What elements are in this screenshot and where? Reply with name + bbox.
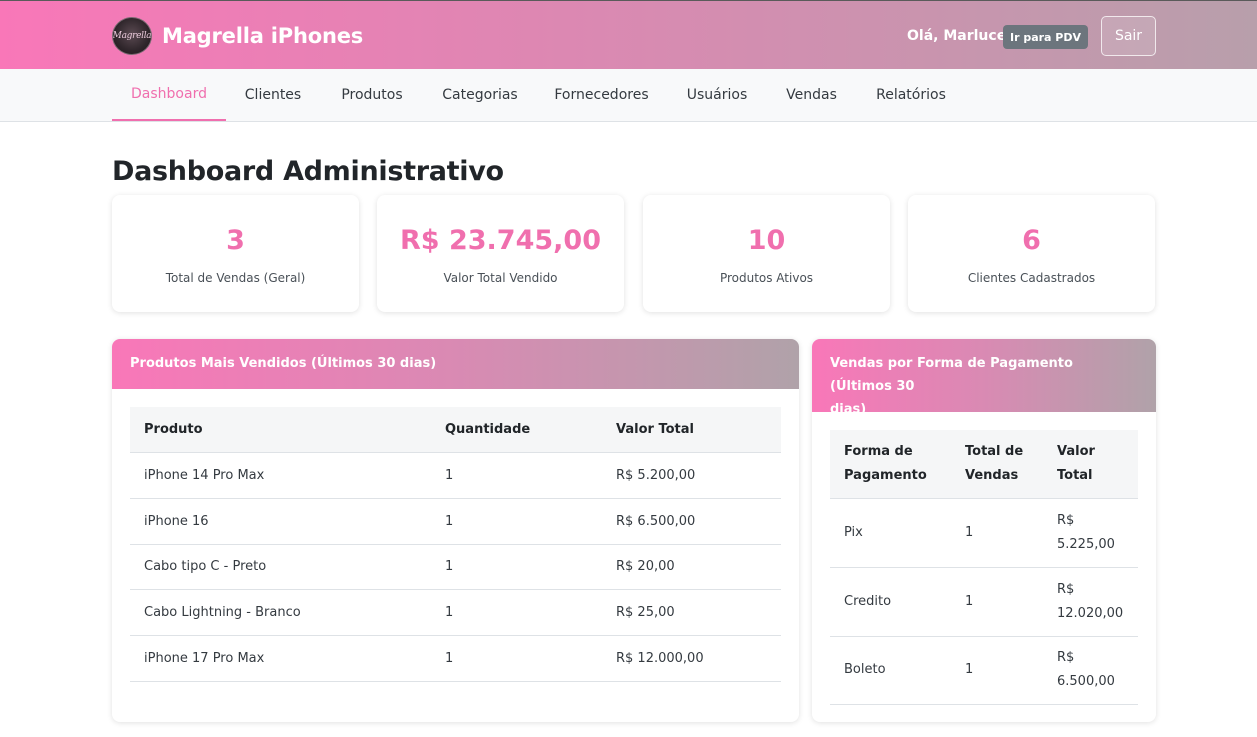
nav-tab-categorias[interactable]: Categorias: [424, 69, 536, 121]
brand-logo: Magrella: [112, 17, 152, 55]
value-line: 6.500,00: [1057, 674, 1115, 689]
column-header[interactable]: Valor Total: [602, 407, 781, 453]
product-name: Cabo tipo C - Preto: [130, 544, 431, 590]
product-qty: 1: [431, 589, 602, 636]
payment-count: 1: [951, 567, 1043, 637]
payment-value: R$ 5.225,00: [1043, 498, 1138, 568]
product-total: R$ 6.500,00: [602, 498, 781, 545]
table-row: Cabo tipo C - Preto 1 R$ 20,00: [130, 544, 781, 590]
panel-title: Produtos Mais Vendidos (Últimos 30 dias): [112, 339, 799, 389]
column-header-line: Vendas: [965, 467, 1019, 483]
value-line: R$: [1057, 512, 1075, 528]
payment-value: R$ 12.020,00: [1043, 567, 1138, 637]
payment-method: Pix: [830, 498, 951, 568]
value-line: 5.225,00: [1057, 536, 1115, 552]
user-greeting: Olá, Marluce: [907, 28, 1007, 44]
stat-value: 6: [1022, 225, 1041, 256]
table-row: iPhone 14 Pro Max 1 R$ 5.200,00: [130, 452, 781, 499]
stat-label: Valor Total Vendido: [443, 271, 558, 285]
stat-value: 10: [747, 225, 786, 256]
product-name: iPhone 14 Pro Max: [130, 452, 431, 499]
product-total: R$ 12.000,00: [602, 635, 781, 682]
nav-tab-vendas[interactable]: Vendas: [767, 69, 856, 121]
column-header[interactable]: Quantidade: [431, 407, 602, 453]
column-header[interactable]: Total de Vendas: [951, 430, 1043, 499]
nav-tab-produtos[interactable]: Produtos: [320, 69, 424, 121]
column-header-line: Total de: [965, 443, 1024, 459]
column-header[interactable]: Valor Total: [1043, 430, 1138, 499]
table-row: Credito 1 R$ 12.020,00: [830, 567, 1138, 637]
nav-tab-fornecedores[interactable]: Fornecedores: [536, 69, 667, 121]
nav-tab-clientes[interactable]: Clientes: [226, 69, 320, 121]
stat-card-customers: 6 Clientes Cadastrados: [908, 195, 1155, 312]
product-total: R$ 25,00: [602, 589, 781, 636]
payment-methods-table: Forma de Pagamento Total de Vendas Valor…: [830, 430, 1138, 705]
product-total: R$ 5.200,00: [602, 452, 781, 499]
payment-count: 1: [951, 498, 1043, 568]
column-header-line: Pagamento: [844, 467, 927, 483]
top-products-table: Produto Quantidade Valor Total iPhone 14…: [130, 407, 781, 682]
stat-card-total-value: R$ 23.745,00 Valor Total Vendido: [377, 195, 624, 312]
product-qty: 1: [431, 635, 602, 682]
panel-title-line: Vendas por Forma de Pagamento (Últimos 3…: [830, 356, 1073, 394]
stat-label: Total de Vendas (Geral): [165, 271, 306, 285]
page-title: Dashboard Administrativo: [112, 156, 504, 187]
nav-tab-usuarios[interactable]: Usuários: [667, 69, 767, 121]
column-header-line: Forma de: [844, 443, 913, 459]
table-row: Cabo Lightning - Branco 1 R$ 25,00: [130, 589, 781, 636]
logout-button[interactable]: Sair: [1101, 16, 1156, 56]
table-row: Boleto 1 R$ 6.500,00: [830, 636, 1138, 705]
product-name: iPhone 17 Pro Max: [130, 635, 431, 682]
column-header-line: Total: [1057, 467, 1093, 483]
stat-label: Clientes Cadastrados: [967, 271, 1096, 285]
column-header[interactable]: Produto: [130, 407, 431, 453]
stat-label: Produtos Ativos: [719, 271, 814, 285]
product-name: iPhone 16: [130, 498, 431, 545]
product-qty: 1: [431, 452, 602, 499]
top-products-panel: Produtos Mais Vendidos (Últimos 30 dias)…: [112, 339, 799, 722]
brand-name: Magrella iPhones: [162, 24, 364, 48]
payment-count: 1: [951, 636, 1043, 705]
nav-tab-relatorios[interactable]: Relatórios: [856, 69, 966, 121]
go-to-pdv-button[interactable]: Ir para PDV: [1003, 25, 1088, 49]
value-line: R$: [1057, 581, 1075, 597]
column-header-line: Valor: [1057, 443, 1095, 459]
product-name: Cabo Lightning - Branco: [130, 589, 431, 636]
stat-value: R$ 23.745,00: [400, 225, 601, 256]
table-row: iPhone 16 1 R$ 6.500,00: [130, 498, 781, 545]
value-line: R$: [1057, 650, 1075, 665]
table-row: iPhone 17 Pro Max 1 R$ 12.000,00: [130, 635, 781, 682]
product-qty: 1: [431, 498, 602, 545]
payment-method: Credito: [830, 567, 951, 637]
column-header[interactable]: Forma de Pagamento: [830, 430, 951, 499]
product-qty: 1: [431, 544, 602, 590]
main-nav: Dashboard Clientes Produtos Categorias F…: [0, 69, 1257, 122]
stat-value: 3: [226, 225, 245, 256]
stat-card-total-sales: 3 Total de Vendas (Geral): [112, 195, 359, 312]
payment-value: R$ 6.500,00: [1043, 636, 1138, 705]
panel-title: Vendas por Forma de Pagamento (Últimos 3…: [812, 339, 1156, 417]
top-header: Magrella Magrella iPhones Olá, Marluce I…: [0, 0, 1257, 69]
stat-card-active-products: 10 Produtos Ativos: [643, 195, 890, 312]
payment-method: Boleto: [830, 636, 951, 705]
logo-text: Magrella: [112, 31, 152, 41]
table-row: Pix 1 R$ 5.225,00: [830, 498, 1138, 568]
product-total: R$ 20,00: [602, 544, 781, 590]
nav-tab-dashboard[interactable]: Dashboard: [112, 69, 226, 121]
brand[interactable]: Magrella Magrella iPhones: [112, 17, 363, 55]
value-line: 12.020,00: [1057, 605, 1124, 621]
payment-methods-panel: Vendas por Forma de Pagamento (Últimos 3…: [812, 339, 1156, 722]
